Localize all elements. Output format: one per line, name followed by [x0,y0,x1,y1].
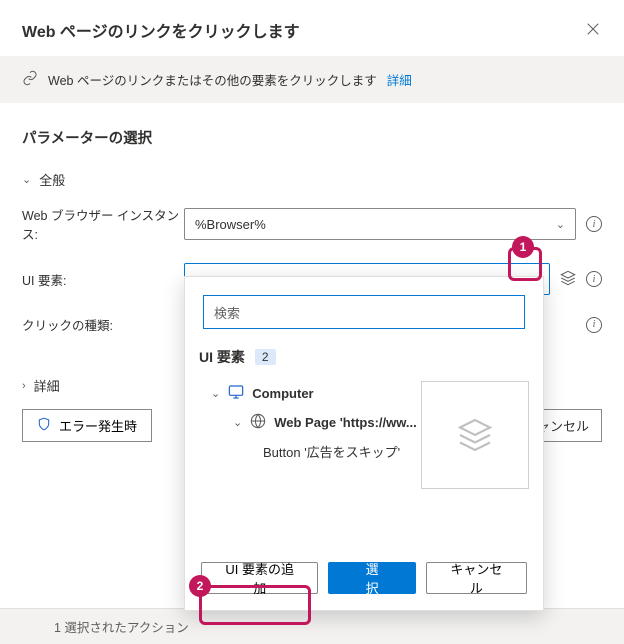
globe-icon [250,413,266,432]
on-error-label: エラー発生時 [59,416,137,435]
chevron-down-icon: ⌄ [233,416,242,429]
chevron-down-icon: ⌄ [211,387,220,400]
chevron-right-icon: › [22,380,26,392]
section-general-label: 全般 [39,170,65,189]
info-icon[interactable]: i [586,317,602,333]
popup-footer: UI 要素の追加 選択 キャンセル [185,546,543,594]
select-button[interactable]: 選択 [328,562,415,594]
status-bar: 1 選択されたアクション [0,608,624,644]
info-text: Web ページのリンクまたはその他の要素をクリックします [48,70,377,89]
params-header: パラメーターの選択 [0,103,624,164]
ui-elements-count: 2 [255,349,276,365]
layers-icon [457,417,493,453]
cancel-button[interactable]: キャンセル [426,562,527,594]
search-placeholder: 検索 [214,303,240,322]
ui-element-label: UI 要素: [22,270,184,289]
layers-icon[interactable] [560,270,576,289]
click-type-label: クリックの種類: [22,315,184,334]
chevron-down-icon: ⌄ [22,173,31,186]
section-detail-label: 詳細 [34,376,60,395]
info-icon[interactable]: i [586,271,602,287]
info-bar: Web ページのリンクまたはその他の要素をクリックします 詳細 [0,56,624,103]
preview-pane [421,381,529,489]
browser-instance-dropdown[interactable]: %Browser% ⌄ [184,208,576,240]
info-icon[interactable]: i [586,216,602,232]
dialog-header: Web ページのリンクをクリックします [0,0,624,56]
link-icon [22,70,38,89]
browser-instance-label: Web ブラウザー インスタンス: [22,205,184,243]
add-ui-element-button[interactable]: UI 要素の追加 [201,562,318,594]
ui-elements-header-text: UI 要素 [199,347,245,367]
marker-1: 1 [512,236,534,258]
tree-label: Button '広告をスキップ' [263,442,400,461]
section-general[interactable]: ⌄ 全般 [0,164,624,195]
tree-label: Web Page 'https://ww... [274,415,417,430]
on-error-button[interactable]: エラー発生時 [22,409,152,442]
browser-instance-value: %Browser% [195,217,266,232]
dialog-title: Web ページのリンクをクリックします [22,18,300,42]
status-text: 1 選択されたアクション [54,617,189,636]
ui-element-picker: 検索 UI 要素 2 ⌄ Computer ⌄ Web Page 'https:… [184,276,544,611]
marker-2: 2 [189,575,211,597]
search-input[interactable]: 検索 [203,295,525,329]
chevron-down-icon: ⌄ [556,218,565,231]
ui-elements-header: UI 要素 2 [185,343,543,379]
info-link[interactable]: 詳細 [387,70,412,89]
monitor-icon [228,384,244,403]
dialog: Web ページのリンクをクリックします Web ページのリンクまたはその他の要素… [0,0,624,644]
tree-label: Computer [252,386,313,401]
close-icon[interactable] [586,22,602,38]
shield-icon [37,417,51,434]
